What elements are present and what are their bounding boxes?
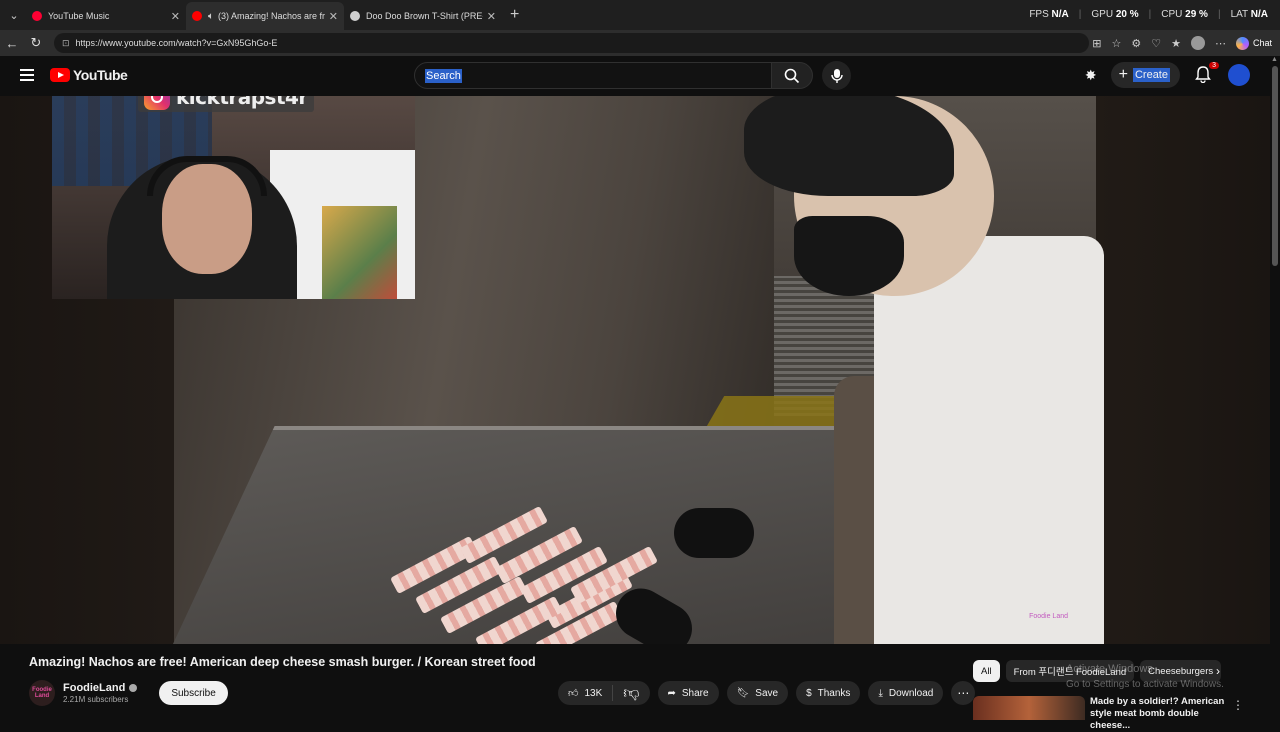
favorites-icon[interactable]: ★ bbox=[1171, 37, 1181, 50]
share-arrow-icon: ➦ bbox=[667, 687, 676, 699]
notification-count-badge: 3 bbox=[1209, 62, 1219, 69]
share-button[interactable]: ➦ Share bbox=[657, 681, 719, 705]
new-tab-plus-icon[interactable]: + bbox=[510, 6, 519, 24]
tab-title: Doo Doo Brown T-Shirt (PRE-ORDER) bbox=[366, 11, 483, 21]
streamer-webcam bbox=[52, 96, 415, 299]
verified-check-icon bbox=[129, 684, 138, 692]
search-input[interactable]: Search bbox=[414, 62, 772, 89]
thumbs-down-icon: 👎︎ bbox=[623, 684, 640, 702]
cook-figure bbox=[744, 96, 1104, 644]
channel-avatar[interactable]: Foodie Land bbox=[29, 680, 55, 706]
download-button[interactable]: ⤓ Download bbox=[868, 681, 944, 705]
voice-search-button[interactable] bbox=[822, 61, 851, 90]
performance-overlay: FPS N/A | GPU 20 % | CPU 29 % | LAT N/A bbox=[1029, 9, 1268, 20]
youtube-header: YouTube Search ✸ + Create 3 bbox=[0, 56, 1280, 96]
close-tab-icon[interactable]: ✕ bbox=[487, 10, 496, 23]
shop-favicon-icon bbox=[350, 11, 360, 21]
instagram-overlay: kicktrapst4r bbox=[138, 96, 314, 112]
search-icon bbox=[784, 68, 800, 83]
tab-title: YouTube Music bbox=[48, 11, 110, 21]
youtube-music-favicon-icon bbox=[32, 11, 42, 21]
player-letterbox-right bbox=[1096, 96, 1270, 644]
like-button[interactable]: 👍︎ 13K bbox=[558, 685, 614, 701]
tab-title: (3) Amazing! Nachos are free! American d… bbox=[218, 11, 325, 21]
favorite-star-icon[interactable]: ☆ bbox=[1111, 37, 1121, 50]
menu-hamburger-icon[interactable] bbox=[20, 69, 34, 81]
subscriber-count: 2.21M subscribers bbox=[63, 695, 129, 704]
close-tab-icon[interactable]: ✕ bbox=[329, 10, 338, 23]
youtube-logo[interactable]: YouTube bbox=[50, 67, 128, 83]
cpu-readout: CPU 29 % bbox=[1161, 9, 1208, 20]
recommendation-title[interactable]: Made by a soldier!? American style meat … bbox=[1090, 696, 1230, 732]
copilot-icon bbox=[1235, 36, 1249, 50]
thanks-button[interactable]: $ Thanks bbox=[796, 681, 861, 705]
tab-list-chevron-icon[interactable]: ⌄ bbox=[2, 3, 26, 27]
dislike-button[interactable]: 👎︎ bbox=[613, 684, 649, 703]
recommendation-thumbnail[interactable] bbox=[973, 696, 1085, 720]
browser-essentials-icon[interactable]: ♡ bbox=[1151, 37, 1161, 50]
gemini-sparkle-icon[interactable]: ✸ bbox=[1085, 67, 1097, 84]
save-button[interactable]: 🔖︎ Save bbox=[726, 681, 789, 705]
back-arrow-icon[interactable]: ← bbox=[0, 36, 24, 51]
channel-name[interactable]: FoodieLand bbox=[63, 682, 125, 694]
account-avatar[interactable] bbox=[1228, 64, 1250, 86]
settings-more-icon[interactable]: ⋯ bbox=[1215, 37, 1226, 50]
like-dislike-group: 👍︎ 13K 👎︎ bbox=[558, 681, 650, 705]
notifications-button[interactable]: 3 bbox=[1194, 62, 1219, 85]
scroll-up-arrow-icon[interactable]: ▲ bbox=[1271, 56, 1278, 63]
plus-icon: + bbox=[1118, 66, 1128, 83]
more-actions-icon[interactable]: ⋯ bbox=[951, 681, 976, 705]
fps-readout: FPS N/A bbox=[1029, 9, 1069, 20]
latency-readout: LAT N/A bbox=[1230, 9, 1268, 20]
thumbs-up-icon: 👍︎ bbox=[568, 688, 579, 699]
copilot-chat-button[interactable]: Chat bbox=[1235, 36, 1272, 50]
video-title: Amazing! Nachos are free! American deep … bbox=[29, 655, 536, 669]
youtube-play-icon bbox=[50, 68, 70, 82]
extensions-icon[interactable]: ⚙ bbox=[1131, 37, 1141, 50]
tab-youtube-video[interactable]: 🔈︎ (3) Amazing! Nachos are free! America… bbox=[186, 2, 344, 30]
url-text: https://www.youtube.com/watch?v=GxN95GhG… bbox=[75, 38, 278, 48]
scrollbar-thumb[interactable] bbox=[1272, 66, 1278, 266]
site-info-icon[interactable]: ⊡ bbox=[62, 38, 70, 49]
address-bar-row: ← ↻ ⊡ https://www.youtube.com/watch?v=Gx… bbox=[0, 30, 1280, 56]
recommendation-item[interactable]: Made by a soldier!? American style meat … bbox=[973, 696, 1230, 732]
subscribe-button[interactable]: Subscribe bbox=[159, 681, 228, 705]
download-icon: ⤓ bbox=[878, 687, 883, 699]
microphone-icon bbox=[830, 68, 843, 83]
url-field[interactable]: ⊡ https://www.youtube.com/watch?v=GxN95G… bbox=[54, 33, 1089, 53]
video-player[interactable]: Foodie Land kicktrapst4r bbox=[0, 96, 1270, 644]
tab-tshirt[interactable]: Doo Doo Brown T-Shirt (PRE-ORDER) ✕ bbox=[344, 2, 502, 30]
instagram-handle: kicktrapst4r bbox=[176, 96, 308, 109]
recommendation-more-icon[interactable]: ⋮ bbox=[1232, 698, 1244, 712]
video-watermark: Foodie Land bbox=[1029, 613, 1068, 620]
super-thanks-icon: $ bbox=[806, 687, 812, 699]
profile-avatar[interactable] bbox=[1190, 36, 1205, 50]
speaker-icon[interactable]: 🔈︎ bbox=[208, 11, 214, 22]
chip-all[interactable]: All bbox=[973, 660, 1000, 682]
instagram-icon bbox=[144, 96, 170, 110]
search-text: Search bbox=[425, 68, 462, 83]
refresh-icon[interactable]: ↻ bbox=[24, 35, 48, 51]
page-scrollbar[interactable]: ▲ bbox=[1270, 56, 1280, 720]
app-available-icon[interactable]: ⊞ bbox=[1092, 37, 1101, 50]
search-button[interactable] bbox=[771, 62, 813, 89]
channel-row: Foodie Land FoodieLand 2.21M subscribers… bbox=[29, 680, 228, 706]
bookmark-icon: 🔖︎ bbox=[736, 687, 750, 699]
tab-youtube-music[interactable]: YouTube Music ✕ bbox=[26, 2, 186, 30]
browser-tab-strip: ⌄ YouTube Music ✕ 🔈︎ (3) Amazing! Nachos… bbox=[0, 0, 1280, 30]
close-tab-icon[interactable]: ✕ bbox=[171, 10, 180, 23]
windows-activation-watermark: Activate Windows Go to Settings to activ… bbox=[1066, 663, 1224, 690]
video-actions: 👍︎ 13K 👎︎ ➦ Share 🔖︎ Save $ Thanks ⤓ Dow… bbox=[558, 681, 976, 705]
create-button[interactable]: + Create bbox=[1110, 62, 1180, 88]
youtube-favicon-icon bbox=[192, 11, 202, 21]
like-count: 13K bbox=[584, 687, 603, 699]
gpu-readout: GPU 20 % bbox=[1091, 9, 1139, 20]
